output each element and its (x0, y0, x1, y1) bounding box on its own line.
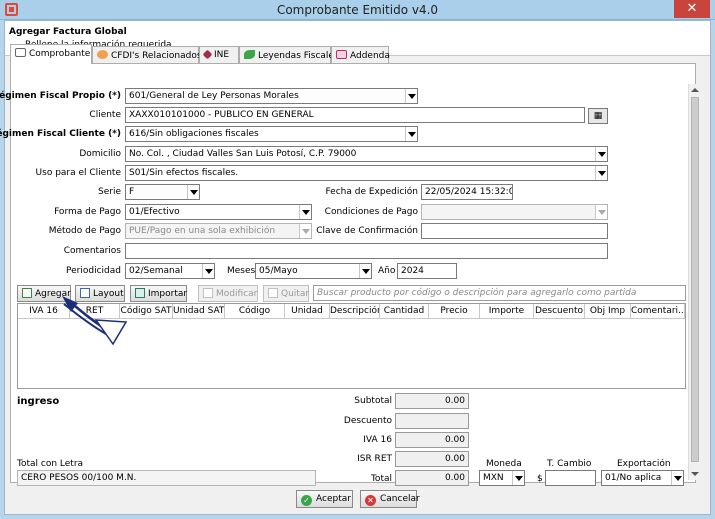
tab-comprobante[interactable]: Comprobante (10, 44, 92, 64)
document-icon (15, 48, 26, 57)
annotation-arrow-icon (62, 296, 128, 346)
tab-label: Comprobante (29, 49, 91, 59)
